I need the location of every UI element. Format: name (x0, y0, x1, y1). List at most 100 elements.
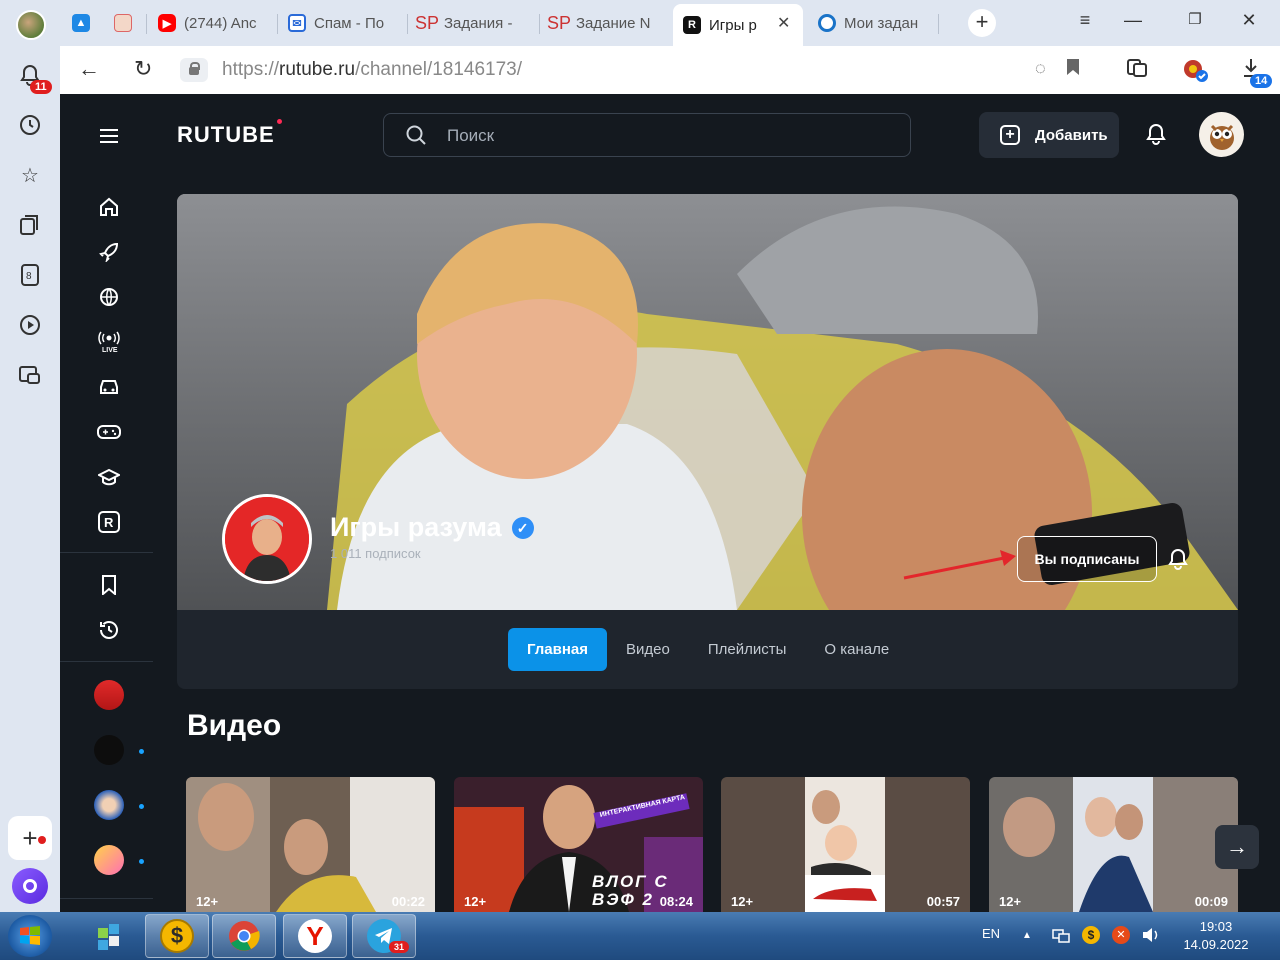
taskbar-app-cube[interactable] (78, 914, 142, 958)
clock[interactable]: 19:03 14.09.2022 (1176, 918, 1256, 954)
url-field[interactable]: https://rutube.ru/channel/18146173/ (222, 59, 522, 81)
tab-task[interactable]: SP Задание N (540, 6, 670, 40)
back-icon[interactable]: ← (78, 56, 100, 82)
car-icon[interactable] (96, 374, 122, 400)
subscription-avatar[interactable] (94, 790, 124, 820)
collections-panel-icon[interactable] (17, 212, 43, 238)
coin-tray-icon[interactable]: $ (1082, 926, 1100, 944)
restore-button[interactable]: ❐ (1180, 10, 1210, 28)
network-icon[interactable] (1052, 927, 1070, 946)
search-input[interactable]: Поиск (383, 113, 911, 157)
verified-icon: ✓ (511, 516, 534, 539)
tray-expand-icon[interactable]: ▲ (1022, 930, 1032, 941)
screenshot-icon[interactable] (17, 362, 43, 388)
globe-icon[interactable] (96, 284, 122, 310)
tab-label: Спам - По (314, 14, 385, 32)
history-icon[interactable] (17, 112, 43, 138)
rutube-logo[interactable]: RUTUBE (177, 119, 282, 148)
close-window-button[interactable]: ✕ (1234, 10, 1264, 31)
translate-icon[interactable]: ◌ (1035, 58, 1046, 79)
tab-playlists[interactable]: Плейлисты (689, 628, 806, 671)
start-button[interactable] (8, 915, 52, 957)
volume-icon[interactable] (1142, 927, 1160, 946)
favorites-icon[interactable]: ☆ (17, 162, 43, 188)
pinned-tab-ok[interactable] (104, 6, 144, 40)
rutube-page: LIVE R RUTUBE Поиск + Добавить Игры разу… (60, 94, 1280, 912)
tab-youtube[interactable]: ▶ (2744) Anc (148, 6, 276, 40)
zen-icon[interactable]: 8 (17, 262, 43, 288)
video-thumbnail (989, 777, 1238, 912)
url-path: /channel/18146173/ (355, 59, 523, 80)
rutube-icon: R (683, 16, 701, 34)
chrome-icon (229, 921, 260, 951)
extension-icon[interactable] (1182, 58, 1208, 87)
tab-about[interactable]: О канале (805, 628, 908, 671)
videos-section-title: Видео (187, 709, 282, 742)
tab-mail[interactable]: ✉ Спам - По (278, 6, 406, 40)
notifications-badge: 11 (30, 80, 52, 94)
url-prefix: https:// (222, 59, 280, 80)
lock-icon[interactable] (180, 58, 208, 82)
bell-icon[interactable] (1146, 123, 1166, 150)
hamburger-menu-icon[interactable] (96, 123, 122, 149)
tab-label: Игры р (709, 16, 757, 34)
video-icon[interactable] (17, 312, 43, 338)
education-icon[interactable] (96, 464, 122, 490)
video-card[interactable]: 12+ 00:22 (186, 777, 435, 912)
add-video-button[interactable]: + Добавить (979, 112, 1119, 158)
app-tray-icon[interactable]: ✕ (1112, 926, 1130, 944)
video-card[interactable]: 12+ 00:57 (721, 777, 970, 912)
new-tab-button[interactable]: + (968, 9, 996, 37)
user-avatar[interactable] (1199, 112, 1244, 157)
video-duration: 00:09 (1194, 894, 1228, 909)
close-tab-icon[interactable]: ✕ (777, 13, 790, 33)
subscriber-count: 1 011 подписок (330, 546, 421, 561)
minimize-button[interactable]: — (1118, 10, 1148, 31)
live-icon[interactable]: LIVE (96, 329, 122, 355)
menu-icon[interactable]: ≡ (1070, 10, 1100, 31)
rutube-sidebar: LIVE R (60, 94, 153, 912)
tab-tasks[interactable]: SP Задания - (408, 6, 538, 40)
video-card[interactable]: ИНТЕРАКТИВНАЯ КАРТА ВЛОГ С ВЭФ 2 12+ 08:… (454, 777, 703, 912)
browser-profile-avatar[interactable] (16, 10, 46, 40)
bookmark-icon[interactable] (1066, 58, 1080, 81)
pinned-tab-cloud[interactable]: ▲ (62, 6, 104, 40)
taskbar-app-yandex[interactable]: Y (283, 914, 347, 958)
channel-avatar[interactable] (222, 494, 312, 584)
windows-logo-icon (20, 926, 40, 945)
browser-side-panel: 11 ☆ 8 + (0, 46, 60, 912)
home-icon[interactable] (96, 194, 122, 220)
reload-icon[interactable]: ↻ (134, 56, 152, 82)
language-indicator[interactable]: EN (982, 926, 1000, 941)
sp-icon: SP (547, 12, 572, 33)
tab-my-tasks[interactable]: Мои задан (808, 6, 936, 40)
taskbar-app-chrome[interactable] (212, 914, 276, 958)
video-card[interactable]: 12+ 00:09 (989, 777, 1238, 912)
subscription-avatar[interactable] (94, 845, 124, 875)
age-rating: 12+ (464, 894, 487, 909)
mail-icon: ✉ (288, 14, 306, 32)
collections-icon[interactable] (1126, 58, 1148, 83)
carousel-next-button[interactable]: → (1215, 825, 1259, 869)
url-domain: rutube.ru (279, 59, 356, 80)
saved-icon[interactable] (96, 572, 122, 598)
gamepad-icon[interactable] (96, 419, 122, 445)
alice-assistant-icon[interactable] (12, 868, 48, 904)
tab-label: Задание N (576, 14, 651, 32)
watch-history-icon[interactable] (96, 617, 122, 643)
taskbar-app-coin[interactable]: $ (145, 914, 209, 958)
taskbar-app-telegram[interactable]: 31 (352, 914, 416, 958)
channel-tabs: Главная Видео Плейлисты О канале (508, 628, 908, 671)
svg-text:8: 8 (26, 271, 32, 282)
windows-taskbar: $ Y 31 EN ▲ $ ✕ 19:03 14.09.2022 (0, 912, 1280, 960)
channel-bell-icon[interactable] (1168, 548, 1188, 575)
tab-video[interactable]: Видео (607, 628, 689, 671)
subscribed-label: Вы подписаны (1034, 551, 1140, 567)
subscription-avatar[interactable] (94, 735, 124, 765)
rutube-originals-icon[interactable]: R (96, 509, 122, 535)
subscribed-button[interactable]: Вы подписаны (1017, 536, 1157, 582)
svg-text:LIVE: LIVE (102, 347, 118, 354)
rocket-icon[interactable] (96, 239, 122, 265)
tab-main[interactable]: Главная (508, 628, 608, 671)
subscription-avatar[interactable] (94, 680, 124, 710)
